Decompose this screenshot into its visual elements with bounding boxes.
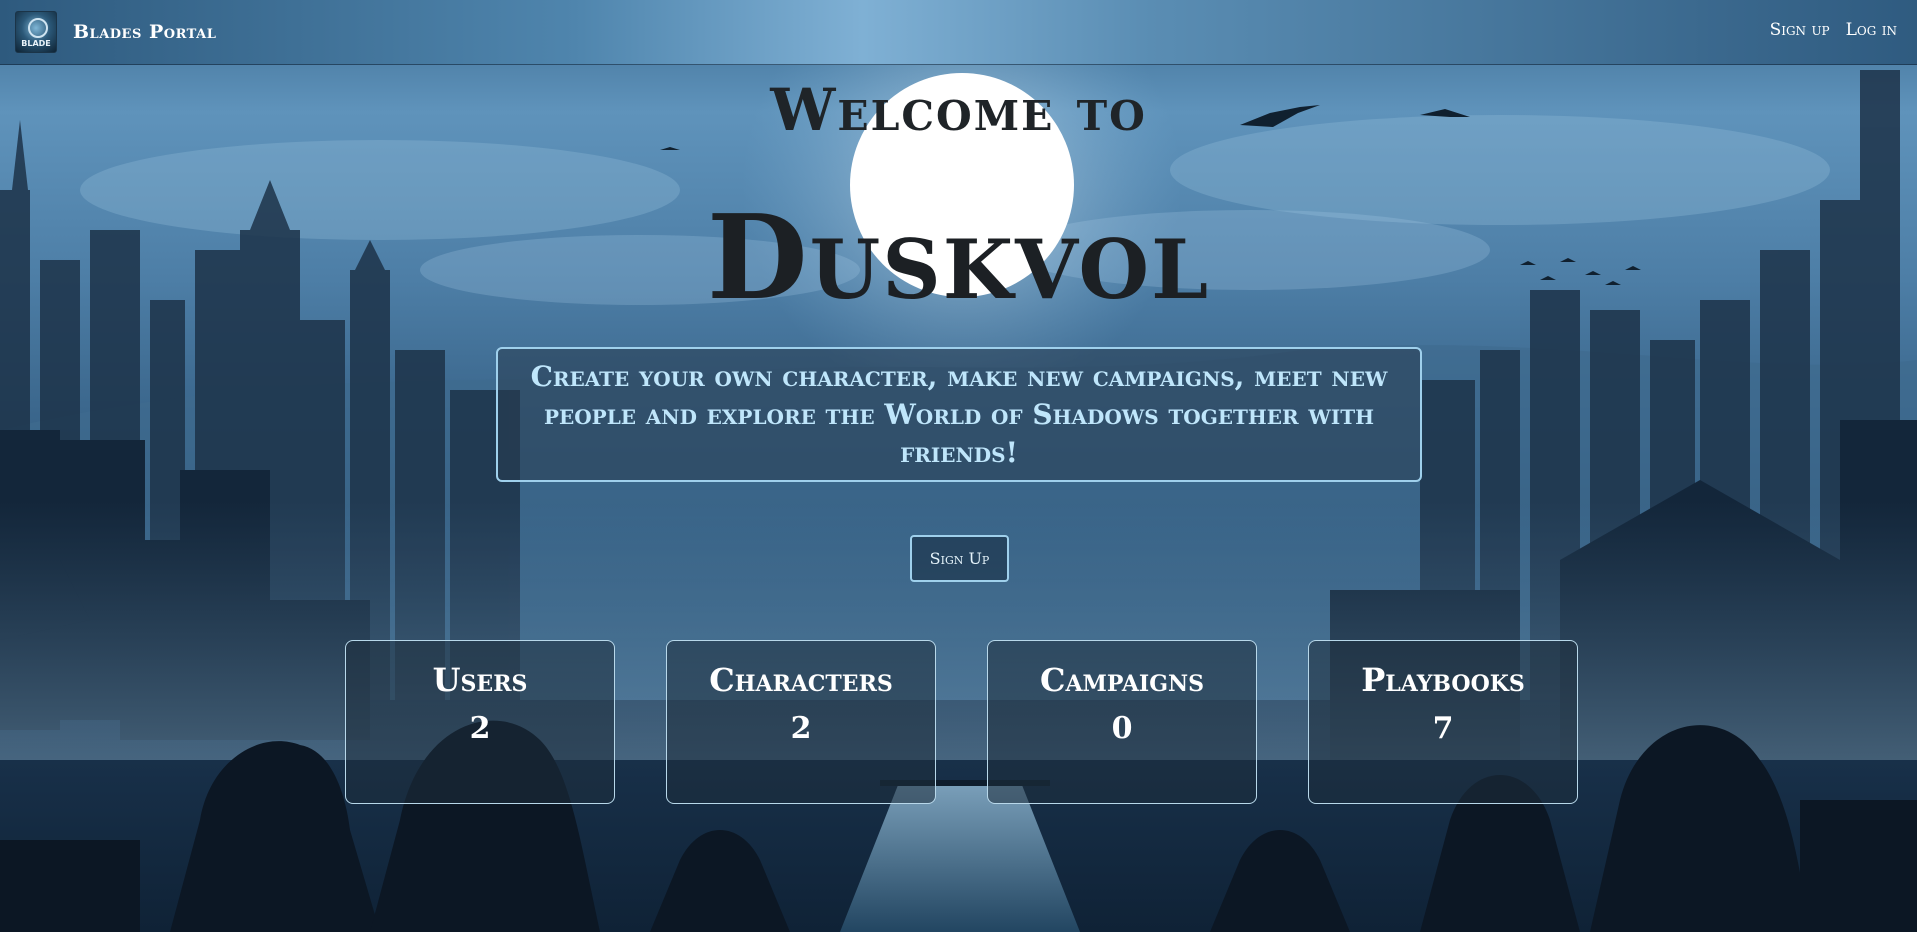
- stat-value: 0: [1111, 711, 1133, 746]
- city-title: Duskvol: [706, 190, 1211, 326]
- stat-label: Users: [432, 661, 528, 699]
- stat-card-playbooks: Playbooks 7: [1308, 640, 1578, 804]
- tagline-panel: Create your own character, make new camp…: [496, 347, 1422, 482]
- logo-emblem-icon: [28, 18, 48, 38]
- stat-card-users: Users 2: [345, 640, 615, 804]
- nav-links: Sign up Log in: [1770, 20, 1897, 40]
- top-navbar: BLADE Blades Portal Sign up Log in: [0, 0, 1917, 65]
- stat-value: 2: [469, 711, 491, 746]
- nav-login-link[interactable]: Log in: [1846, 20, 1897, 40]
- tagline-text: Create your own character, make new camp…: [530, 359, 1388, 469]
- blades-logo: BLADE: [15, 11, 57, 53]
- logo-text: BLADE: [21, 39, 51, 48]
- stat-value: 2: [790, 711, 812, 746]
- hero-signup-button[interactable]: Sign Up: [910, 535, 1009, 582]
- nav-signup-link[interactable]: Sign up: [1770, 20, 1830, 40]
- stat-card-characters: Characters 2: [666, 640, 936, 804]
- stat-label: Characters: [709, 661, 893, 699]
- stat-label: Playbooks: [1361, 661, 1525, 699]
- stat-value: 7: [1432, 711, 1454, 746]
- brand-link[interactable]: BLADE Blades Portal: [15, 11, 216, 53]
- stat-label: Campaigns: [1040, 661, 1204, 699]
- landing-page: BLADE Blades Portal Sign up Log in Welco…: [0, 0, 1917, 932]
- brand-name: Blades Portal: [73, 21, 217, 43]
- welcome-heading: Welcome to: [770, 76, 1147, 144]
- stat-card-campaigns: Campaigns 0: [987, 640, 1257, 804]
- stats-row: Users 2 Characters 2 Campaigns 0 Playboo…: [345, 640, 1578, 804]
